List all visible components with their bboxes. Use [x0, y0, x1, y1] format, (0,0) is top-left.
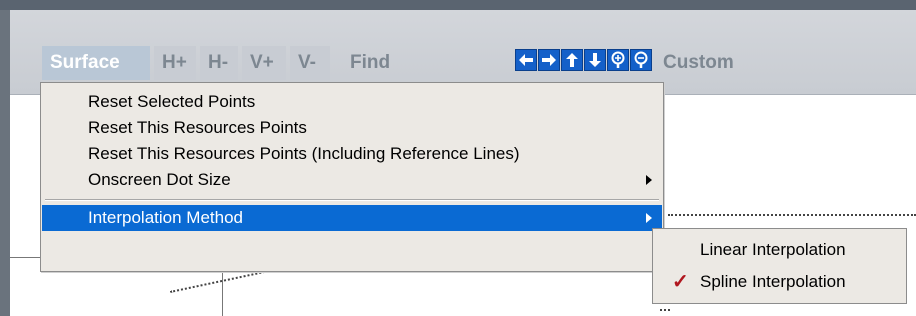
menu-item-reset-resources-points-incl-reference[interactable]: Reset This Resources Points (Including R…: [42, 141, 662, 167]
menu-item-onscreen-dot-size[interactable]: Onscreen Dot Size: [42, 167, 662, 193]
v-plus-button[interactable]: V+: [242, 46, 286, 80]
interpolation-submenu: Linear Interpolation ✓ Spline Interpolat…: [652, 228, 907, 304]
dotted-guide-line: [668, 214, 916, 216]
menu-separator: [45, 199, 659, 201]
arrow-down-icon[interactable]: [584, 49, 606, 71]
checkmark-icon: ✓: [672, 271, 689, 293]
submenu-item-linear-interpolation[interactable]: Linear Interpolation: [654, 235, 905, 265]
dotted-guide-line: [660, 309, 670, 311]
arrow-right-icon[interactable]: [538, 49, 560, 71]
menu-item-interpolation-method[interactable]: Interpolation Method: [42, 205, 662, 231]
reference-line-vertical: [222, 271, 223, 316]
v-minus-button[interactable]: V-: [290, 46, 330, 80]
zoom-in-icon[interactable]: [607, 49, 629, 71]
menu-item-label: Interpolation Method: [88, 208, 243, 227]
submenu-item-spline-interpolation[interactable]: ✓ Spline Interpolation: [654, 267, 905, 297]
menu-item-reset-selected-points[interactable]: Reset Selected Points: [42, 89, 662, 115]
custom-button[interactable]: Custom: [655, 46, 765, 80]
reference-line: [10, 257, 40, 258]
menu-item-label: Onscreen Dot Size: [88, 170, 231, 189]
arrow-up-icon[interactable]: [561, 49, 583, 71]
surface-menu-button[interactable]: Surface: [42, 46, 150, 80]
arrow-left-icon[interactable]: [515, 49, 537, 71]
window-left-border: [0, 10, 10, 316]
submenu-item-label: Spline Interpolation: [700, 272, 846, 291]
h-minus-button[interactable]: H-: [200, 46, 238, 80]
window-top-border: [0, 0, 916, 10]
zoom-out-icon[interactable]: [630, 49, 652, 71]
find-button[interactable]: Find: [342, 46, 410, 80]
submenu-arrow-icon: [646, 175, 652, 185]
menu-item-reset-resources-points[interactable]: Reset This Resources Points: [42, 115, 662, 141]
h-plus-button[interactable]: H+: [154, 46, 196, 80]
submenu-arrow-icon: [646, 213, 652, 223]
surface-dropdown-menu: Reset Selected Points Reset This Resourc…: [40, 82, 664, 272]
